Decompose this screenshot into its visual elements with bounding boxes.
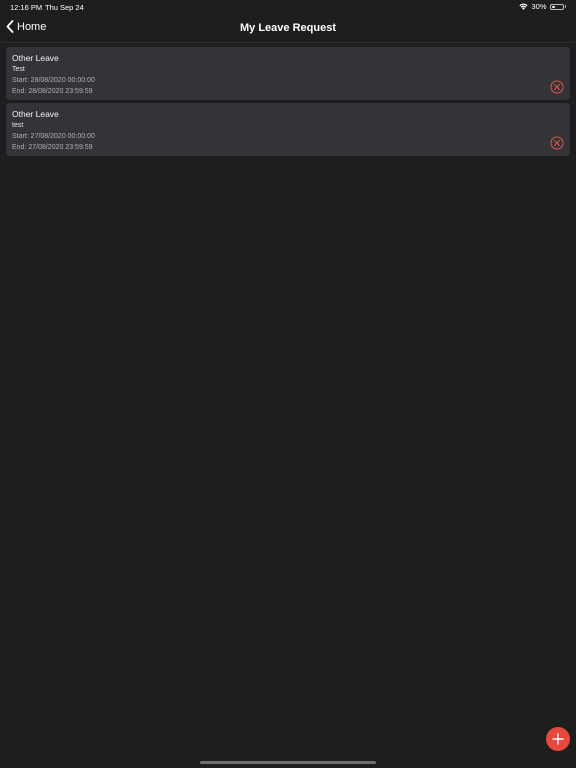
plus-icon	[552, 733, 564, 745]
leave-type: Other Leave	[12, 109, 59, 119]
leave-note: test	[12, 122, 24, 129]
battery-level	[551, 5, 555, 8]
delete-request-button[interactable]	[550, 80, 564, 94]
leave-end: End: 28/08/2020 23:59:59	[12, 88, 93, 95]
leave-request-card[interactable]: Other Leave test Start: 27/08/2020 00:00…	[6, 103, 570, 156]
delete-request-button[interactable]	[550, 136, 564, 150]
leave-note: Test	[12, 66, 25, 73]
battery-icon	[549, 3, 564, 10]
battery-cap	[564, 5, 566, 8]
status-time: 12:16 PM	[10, 3, 43, 12]
leave-start: Start: 28/08/2020 00:00:00	[12, 77, 95, 84]
page-title: My Leave Request	[240, 22, 336, 34]
leave-request-card[interactable]: Other Leave Test Start: 28/08/2020 00:00…	[6, 47, 570, 100]
close-circle-icon	[550, 80, 564, 94]
battery-percent: 30%	[531, 2, 547, 11]
navigation-bar: Home My Leave Request	[0, 14, 576, 43]
status-date: Thu Sep 24	[45, 3, 84, 12]
wifi-icon	[519, 3, 529, 10]
status-bar: 12:16 PM Thu Sep 24 30%	[0, 0, 576, 14]
status-indicators: 30%	[519, 2, 566, 11]
close-circle-icon	[550, 136, 564, 150]
add-request-button[interactable]	[546, 727, 570, 751]
leave-end: End: 27/08/2020 23:59:59	[12, 144, 93, 151]
home-indicator[interactable]	[200, 761, 376, 764]
leave-type: Other Leave	[12, 53, 59, 63]
leave-start: Start: 27/08/2020 00:00:00	[12, 133, 95, 140]
leave-request-list: Other Leave Test Start: 28/08/2020 00:00…	[6, 47, 570, 159]
